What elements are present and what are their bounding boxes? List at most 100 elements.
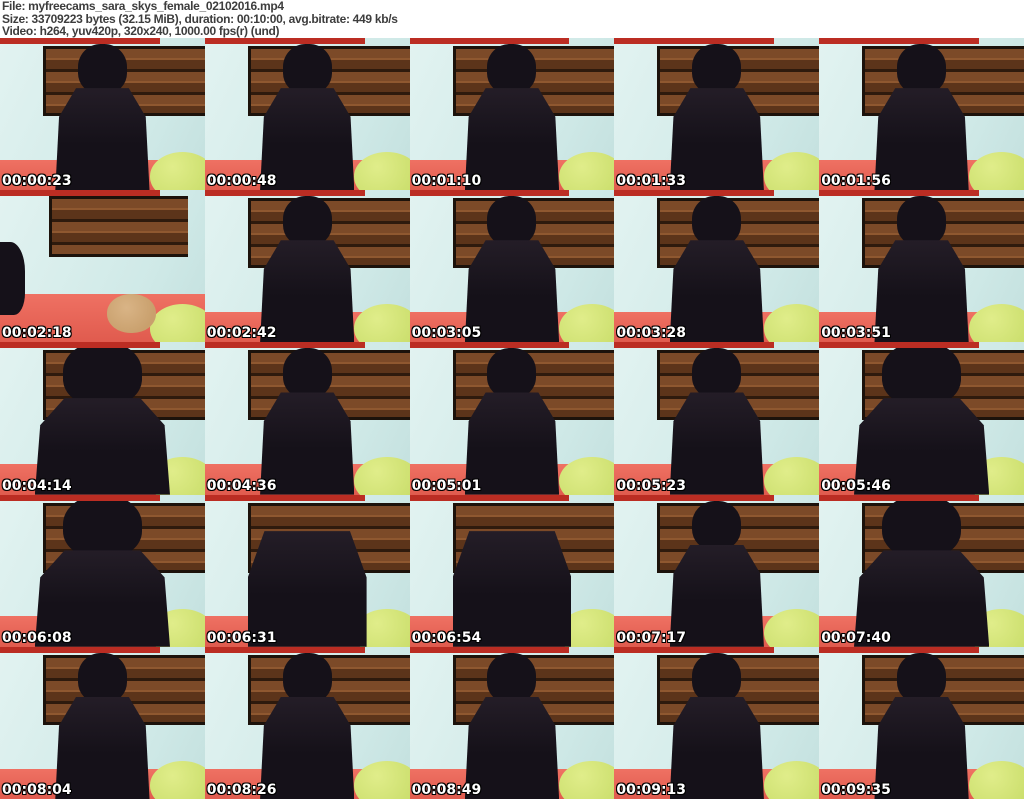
red-banner-strip (0, 190, 160, 197)
silhouette-head (282, 44, 332, 94)
pillow (559, 456, 615, 495)
red-banner-strip (0, 38, 160, 44)
pillow (763, 456, 820, 495)
pillow (354, 760, 410, 799)
file-info-header: File: myfreecams_sara_skys_female_0210201… (0, 0, 1024, 38)
video-thumbnail: 00:01:56 (819, 38, 1024, 191)
pillow (149, 152, 205, 191)
person-silhouette (55, 652, 150, 799)
red-banner-strip (614, 342, 775, 349)
video-thumbnail: 00:08:04 (0, 646, 205, 799)
timestamp-overlay: 00:02:42 (206, 325, 277, 342)
pillow (763, 304, 820, 343)
pillow (559, 152, 615, 191)
person-silhouette (874, 44, 969, 191)
timestamp-overlay: 00:03:51 (821, 325, 891, 342)
silhouette-head (487, 348, 537, 399)
person-silhouette (669, 44, 764, 191)
wood-headboard (49, 196, 189, 258)
silhouette-head (487, 196, 537, 246)
video-thumbnail: 00:01:10 (409, 38, 615, 191)
timestamp-overlay: 00:01:10 (411, 173, 482, 190)
timestamp-overlay: 00:06:31 (206, 629, 277, 646)
dark-object (0, 241, 25, 315)
pillow (763, 152, 820, 191)
video-value: h264, yuv420p, 320x240, 1000.00 fps(r) (… (39, 24, 280, 38)
red-banner-strip (614, 646, 775, 653)
video-thumbnail: 00:01:33 (614, 38, 820, 191)
person-silhouette (669, 348, 764, 495)
silhouette-head (282, 348, 332, 399)
video-thumbnail: 00:03:51 (819, 190, 1024, 343)
video-thumbnail: 00:04:36 (204, 342, 410, 495)
video-thumbnail: 00:06:08 (0, 494, 205, 647)
silhouette-head (77, 652, 127, 703)
red-banner-strip (0, 342, 160, 349)
timestamp-overlay: 00:01:33 (616, 173, 687, 190)
video-thumbnail: 00:07:40 (819, 494, 1024, 647)
red-banner-strip (0, 494, 160, 501)
red-banner-strip (819, 342, 979, 349)
person-silhouette (34, 342, 170, 495)
red-banner-strip (819, 494, 979, 501)
video-thumbnail: 00:06:31 (204, 494, 410, 647)
silhouette-head (692, 652, 742, 703)
contact-sheet: File: myfreecams_sara_skys_female_0210201… (0, 0, 1024, 799)
pillow (354, 456, 410, 495)
red-banner-strip (614, 38, 775, 44)
person-silhouette (260, 652, 355, 799)
red-banner-strip (204, 38, 365, 44)
silhouette-head (897, 652, 947, 703)
silhouette-head (882, 494, 961, 559)
video-thumbnail: 00:06:54 (409, 494, 615, 647)
red-banner-strip (204, 190, 365, 197)
red-banner-strip (614, 190, 775, 197)
video-thumbnail: 00:08:26 (204, 646, 410, 799)
video-thumbnail: 00:03:28 (614, 190, 820, 343)
timestamp-overlay: 00:05:23 (616, 477, 687, 494)
person-silhouette (464, 652, 560, 799)
silhouette-head (692, 500, 742, 551)
timestamp-overlay: 00:09:13 (616, 781, 687, 798)
thumbnail-grid: 00:00:23 00:00:48 00:01:10 00:01:33 00:0… (0, 38, 1024, 799)
pillow (559, 760, 615, 799)
person-silhouette (260, 44, 355, 191)
pillow (559, 304, 615, 343)
red-banner-strip (0, 646, 160, 653)
red-banner-strip (204, 494, 365, 501)
person-silhouette (260, 196, 355, 343)
timestamp-overlay: 00:09:35 (821, 781, 891, 798)
timestamp-overlay: 00:04:14 (2, 477, 72, 494)
video-label: Video: (2, 24, 37, 38)
person-silhouette (854, 342, 990, 495)
silhouette-head (882, 342, 961, 407)
timestamp-overlay: 00:03:28 (616, 325, 687, 342)
silhouette-head (77, 44, 127, 94)
red-banner-strip (614, 494, 775, 501)
silhouette-head (487, 652, 537, 703)
timestamp-overlay: 00:02:18 (2, 325, 72, 342)
timestamp-overlay: 00:04:36 (206, 477, 277, 494)
person-silhouette (260, 348, 355, 495)
timestamp-overlay: 00:08:26 (206, 781, 277, 798)
video-thumbnail: 00:05:23 (614, 342, 820, 495)
video-line: Video: h264, yuv420p, 320x240, 1000.00 fp… (2, 25, 1024, 38)
video-thumbnail: 00:09:35 (819, 646, 1024, 799)
video-thumbnail: 00:02:18 (0, 190, 205, 343)
red-banner-strip (819, 38, 979, 44)
timestamp-overlay: 00:08:49 (411, 781, 482, 798)
person-silhouette (669, 196, 764, 343)
red-banner-strip (409, 646, 570, 653)
pillow (354, 304, 410, 343)
timestamp-overlay: 00:06:08 (2, 629, 72, 646)
person-silhouette (464, 44, 560, 191)
pillow (968, 760, 1024, 799)
video-thumbnail: 00:08:49 (409, 646, 615, 799)
video-thumbnail: 00:02:42 (204, 190, 410, 343)
person-silhouette (55, 44, 150, 191)
pillow (763, 760, 820, 799)
red-banner-strip (204, 342, 365, 349)
silhouette-head (897, 44, 947, 94)
plush-toy (106, 293, 156, 334)
pillow (149, 760, 205, 799)
